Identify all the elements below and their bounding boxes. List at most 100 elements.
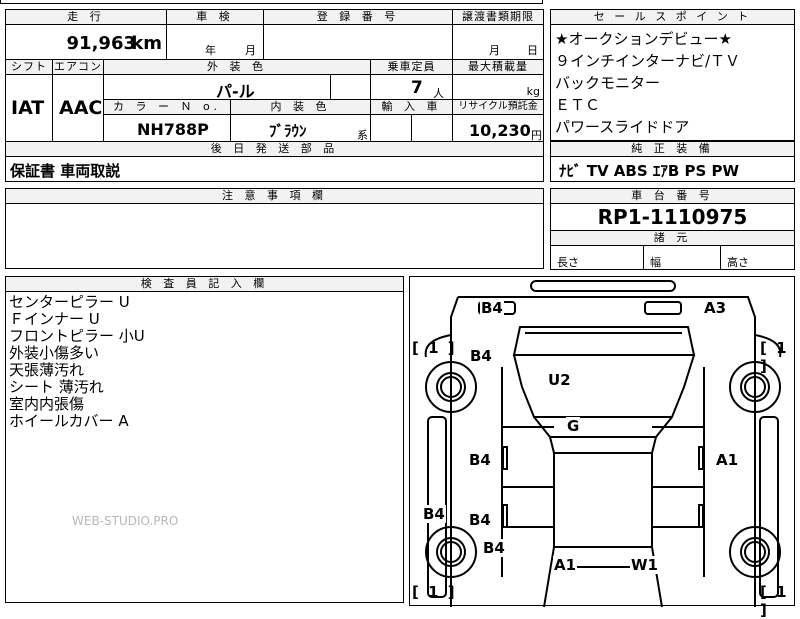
exterior-color-value: パ-ル xyxy=(216,82,255,100)
import-car-cell-1 xyxy=(370,114,412,142)
car-outline xyxy=(424,280,782,607)
transfer-deadline-cell: 月 日 xyxy=(452,24,544,60)
inspector-note: フロントピラー 小U xyxy=(9,327,145,345)
inspector-note: Ｆインナー U xyxy=(9,310,100,328)
import-car-cell-2 xyxy=(411,114,453,142)
sales-point-item: ★オークションデビュー★ xyxy=(555,30,732,48)
exterior-color-label: 外 装 色 xyxy=(103,59,371,75)
damage-front-door-left: B4 xyxy=(468,451,492,469)
damage-hood: U2 xyxy=(547,371,572,389)
damage-sill-left: B4 xyxy=(422,505,446,523)
max-load-cell: kg xyxy=(452,74,544,100)
year-unit: 年 xyxy=(205,44,216,57)
registration-cell xyxy=(263,24,453,60)
dimension-width-cell: 幅 xyxy=(643,245,721,270)
sales-points-label: セ ー ル ス ポ イ ン ト xyxy=(550,9,795,25)
inspector-note: 室内内張傷 xyxy=(9,395,85,413)
month-unit: 月 xyxy=(245,44,256,57)
tire-mark-rear-right: [ 1 ] xyxy=(760,583,789,619)
damage-rear-right: W1 xyxy=(630,556,659,574)
import-car-label: 輸 入 車 xyxy=(370,99,453,115)
watermark: WEB-STUDIO.PRO xyxy=(72,514,179,528)
mileage-unit: km xyxy=(131,33,162,54)
dimension-height-cell: 高さ xyxy=(720,245,795,270)
tires xyxy=(425,361,781,578)
interior-color-label: 内 装 色 xyxy=(230,99,371,115)
inspector-note: シート 薄汚れ xyxy=(9,378,104,396)
later-parts-cell: 保証書 車両取説 xyxy=(5,156,544,182)
inspector-label: 検 査 員 記 入 欄 xyxy=(5,276,404,292)
damage-front-bumper-left: B4 xyxy=(480,299,504,317)
damage-front-door-right: A1 xyxy=(715,451,740,469)
max-load-unit: kg xyxy=(526,85,540,98)
equipment-cell: ﾅﾋﾞ TV ABS ｴｱB PS PW xyxy=(550,156,795,182)
tire-mark-front-right: [ 1 ] xyxy=(760,339,789,375)
aircon-value: AAC xyxy=(59,97,103,119)
inspector-note: 天張薄汚れ xyxy=(9,361,85,379)
tire-mark-rear-left: [ 1 ] xyxy=(412,583,457,601)
max-load-label: 最大積載量 xyxy=(452,59,544,75)
mileage-cell: 91,963 km xyxy=(5,24,167,60)
damage-hood-left: B4 xyxy=(469,347,493,365)
damage-diagram: [ 1 ] [ 1 ] [ 1 ] [ 1 ] B4 A3 B4 U2 G B4… xyxy=(409,276,795,619)
interior-color-cell: ﾌﾞﾗｳﾝ 系 xyxy=(230,114,371,142)
transfer-deadline-label: 譲渡書類期限 xyxy=(452,9,544,25)
equipment-value: ﾅﾋﾞ TV ABS ｴｱB PS PW xyxy=(559,162,740,180)
caution-cell xyxy=(5,203,544,269)
capacity-label: 乗車定員 xyxy=(370,59,453,75)
exterior-extra-cell xyxy=(330,74,371,100)
recycle-deposit-cell: 10,230 円 xyxy=(452,114,544,142)
inspection-cell: 年 月 xyxy=(166,24,264,60)
shift-value: IAT xyxy=(11,97,45,119)
recycle-deposit-value: 10,230 xyxy=(469,121,531,140)
capacity-unit: 人 xyxy=(433,87,444,100)
tire-mark-front-left: [ 1 ] xyxy=(412,339,457,357)
top-strip xyxy=(0,0,543,4)
capacity-cell: 7 人 xyxy=(370,74,453,100)
interior-color-value: ﾌﾞﾗｳﾝ xyxy=(269,122,307,140)
sales-point-item: パワースライドドア xyxy=(555,118,690,136)
color-no-value: NH788P xyxy=(137,120,209,139)
month-unit-2: 月 xyxy=(489,44,500,57)
dimension-height-label: 高さ xyxy=(727,256,749,269)
dimension-length-cell: 長さ xyxy=(550,245,644,270)
inspector-notes: センターピラー U Ｆインナー U フロントピラー 小U 外装小傷多い 天張薄汚… xyxy=(5,291,404,603)
inspector-note: センターピラー U xyxy=(9,293,130,311)
caution-label: 注 意 事 項 欄 xyxy=(5,188,544,204)
later-parts-value: 保証書 車両取説 xyxy=(10,162,121,180)
damage-rear-door-left: B4 xyxy=(468,511,492,529)
recycle-deposit-label: リサイクル預託金 xyxy=(452,99,544,115)
capacity-value: 7 xyxy=(411,78,423,98)
shift-label: シフト xyxy=(5,59,53,75)
damage-rear-quarter-left: B4 xyxy=(482,539,506,557)
sales-point-item: ９インチインターナビ/ＴＶ xyxy=(555,52,741,70)
dimension-width-label: 幅 xyxy=(650,256,661,269)
interior-color-suffix: 系 xyxy=(357,129,368,142)
recycle-deposit-unit: 円 xyxy=(531,129,542,142)
color-no-label: カ ラ ー Ｎ o. xyxy=(103,99,231,115)
chassis-no-cell: RP1-1110975 xyxy=(550,203,795,231)
sales-point-item: ＥＴＣ xyxy=(555,96,601,114)
later-parts-label: 後 日 発 送 部 品 xyxy=(5,141,544,157)
inspector-note: 外装小傷多い xyxy=(9,344,100,362)
shift-cell: IAT xyxy=(5,74,53,142)
damage-roof: G xyxy=(566,417,581,435)
mileage-value: 91,963 xyxy=(66,33,136,54)
damage-rear-left: A1 xyxy=(553,556,578,574)
sales-points-list: ★オークションデビュー★ ９インチインターナビ/ＴＶ バックモニター ＥＴＣ パ… xyxy=(550,24,795,141)
registration-label: 登 録 番 号 xyxy=(263,9,453,25)
day-unit: 日 xyxy=(527,44,538,57)
sales-point-item: バックモニター xyxy=(555,74,661,92)
chassis-no-value: RP1-1110975 xyxy=(597,205,748,229)
exterior-color-cell: パ-ル xyxy=(103,74,331,100)
aircon-cell: AAC xyxy=(52,74,104,142)
equipment-label: 純 正 装 備 xyxy=(550,141,795,157)
chassis-no-label: 車 台 番 号 xyxy=(550,188,795,204)
inspector-note: ホイールカバー A xyxy=(9,412,129,430)
damage-front-bumper-right: A3 xyxy=(703,299,728,317)
mileage-label: 走 行 xyxy=(5,9,167,25)
color-no-cell: NH788P xyxy=(103,114,231,142)
inspection-label: 車 検 xyxy=(166,9,264,25)
dimensions-label: 諸 元 xyxy=(550,230,795,246)
aircon-label: エアコン xyxy=(52,59,104,75)
